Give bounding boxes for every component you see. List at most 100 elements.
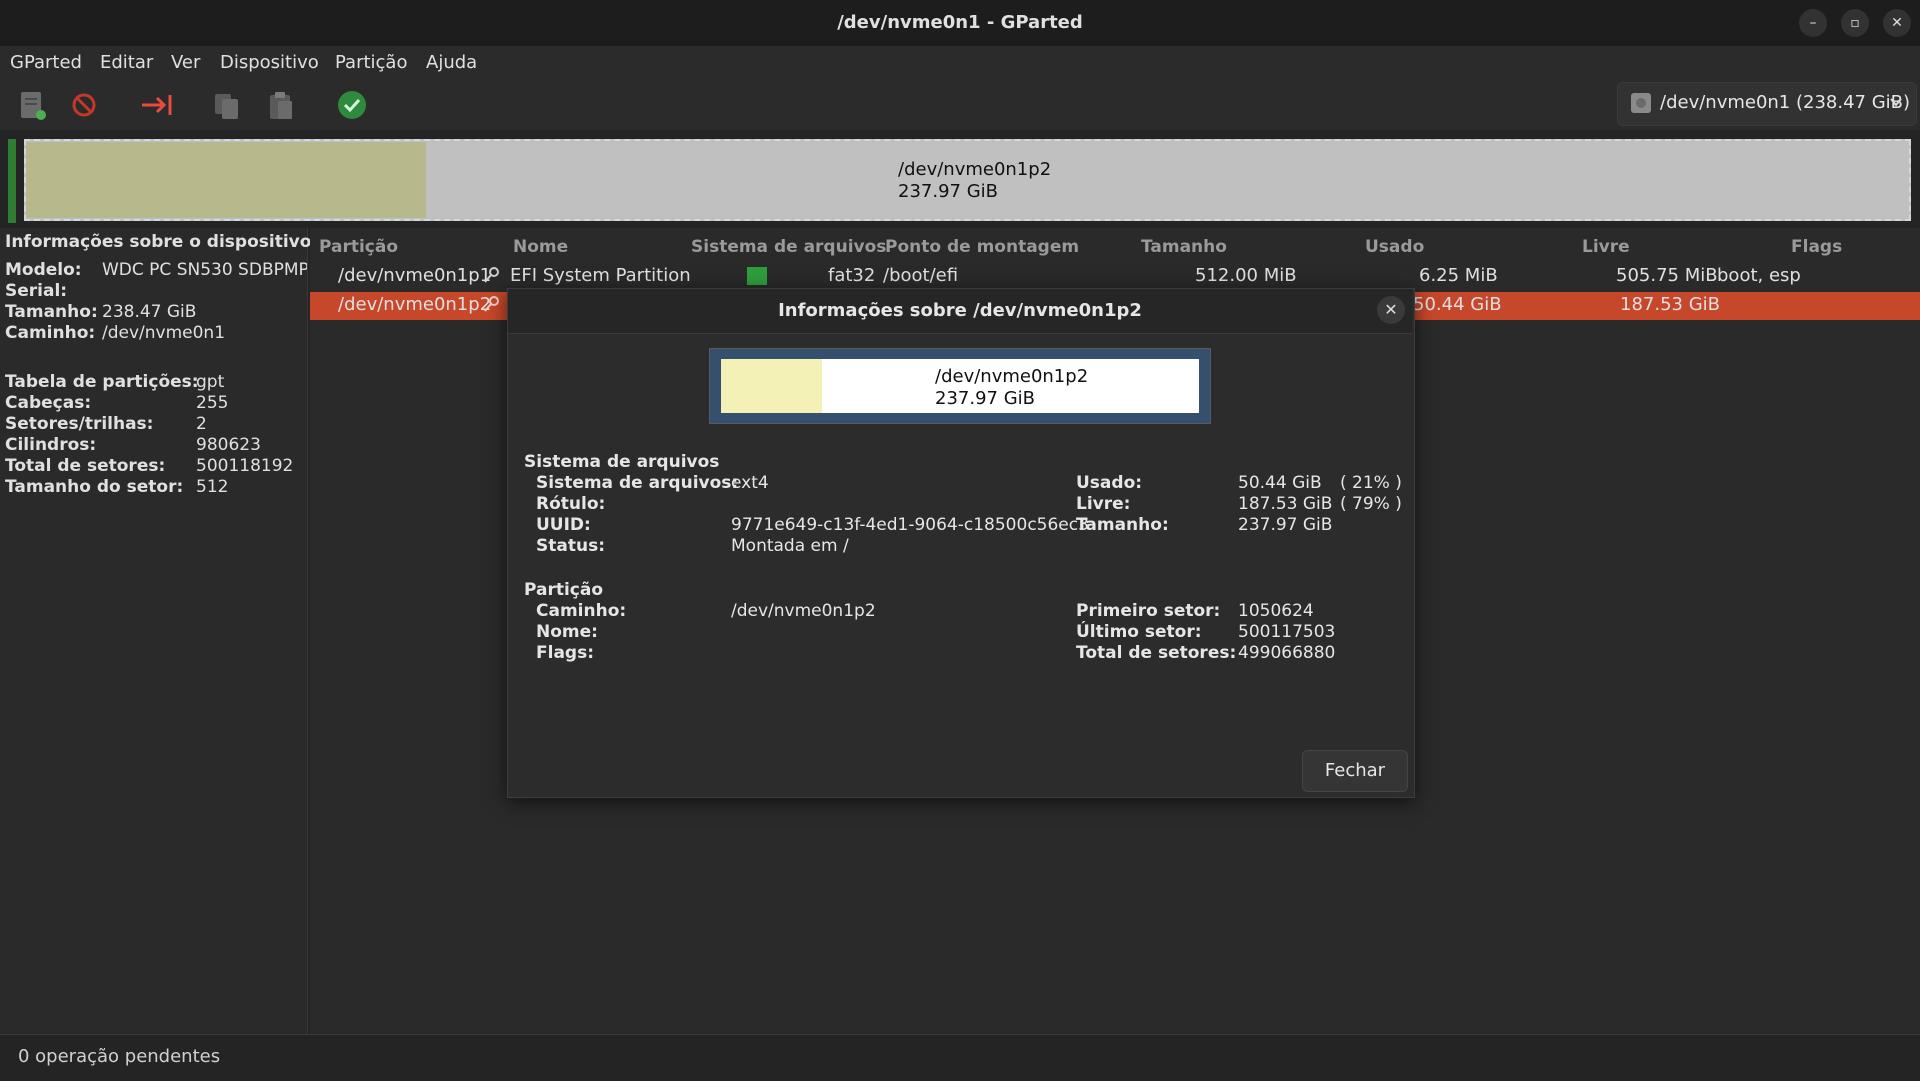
first-sector-value: 1050624 — [1238, 601, 1314, 621]
size-label: Tamanho: — [1076, 515, 1169, 535]
key-icon — [483, 295, 501, 313]
filesystem-section-heading: Sistema de arquivos — [524, 452, 720, 472]
sectors-track-label: Setores/trilhas: — [5, 414, 154, 434]
partition-table-label: Tabela de partições: — [5, 372, 199, 392]
path-label: Caminho: — [536, 601, 627, 621]
uuid-value: 9771e649-c13f-4ed1-9064-c18500c56ec3 — [731, 515, 1089, 535]
first-sector-label: Primeiro setor: — [1076, 601, 1221, 621]
free-value: 187.53 GiB — [1238, 494, 1333, 514]
total-sectors-value: 500118192 — [196, 456, 294, 476]
last-sector-label: Último setor: — [1076, 622, 1202, 642]
column-header-partition[interactable]: Partição — [319, 233, 398, 261]
path-value: /dev/nvme0n1p2 — [731, 601, 876, 621]
cancel-icon[interactable] — [64, 86, 104, 124]
disk-map-partition-name: /dev/nvme0n1p2 — [898, 159, 1052, 180]
menu-editar[interactable]: Editar — [100, 46, 153, 80]
flags-label: Flags: — [536, 643, 594, 663]
new-document-icon[interactable] — [12, 86, 52, 124]
name-label: Nome: — [536, 622, 598, 642]
partition-usage-name: /dev/nvme0n1p2 — [935, 366, 1089, 387]
heads-label: Cabeças: — [5, 393, 92, 413]
column-header-filesystem[interactable]: Sistema de arquivos — [691, 233, 886, 261]
cylinders-label: Cilindros: — [5, 435, 97, 455]
status-text: 0 operação pendentes — [18, 1046, 221, 1067]
row-partition: /dev/nvme0n1p1 — [338, 265, 492, 286]
check-circle-icon[interactable] — [332, 86, 372, 124]
filesystem-color-swatch — [747, 267, 767, 285]
total-sectors-label: Total de setores: — [1076, 643, 1237, 663]
label-label: Rótulo: — [536, 494, 606, 514]
total-sectors-label: Total de setores: — [5, 456, 166, 476]
disk-map-partition-size: 237.97 GiB — [898, 181, 999, 202]
uuid-label: UUID: — [536, 515, 591, 535]
close-button[interactable]: Fechar — [1302, 750, 1408, 792]
status-value: Montada em / — [731, 536, 849, 556]
window-title: /dev/nvme0n1 - GParted — [837, 12, 1083, 33]
menu-gparted[interactable]: GParted — [10, 46, 82, 80]
menu-dispositivo[interactable]: Dispositivo — [220, 46, 319, 80]
size-label: Tamanho: — [5, 302, 98, 322]
row-flags: boot, esp — [1717, 265, 1801, 286]
column-header-flags[interactable]: Flags — [1791, 233, 1842, 261]
fs-value: ext4 — [731, 473, 769, 493]
column-header-mountpoint[interactable]: Ponto de montagem — [885, 233, 1079, 261]
disk-map-p1[interactable] — [8, 139, 16, 223]
row-free: 505.75 MiB — [1616, 265, 1718, 286]
model-value: WDC PC SN530 SDBPMPZ — [102, 260, 307, 280]
device-selector-value: /dev/nvme0n1 (238.47 GiB) — [1660, 92, 1911, 113]
sectors-track-value: 2 — [196, 414, 207, 434]
path-value: /dev/nvme0n1 — [102, 323, 226, 343]
used-percent: ( 21% ) — [1340, 473, 1402, 493]
partition-usage-used — [721, 359, 822, 413]
used-value: 50.44 GiB — [1238, 473, 1322, 493]
sector-size-label: Tamanho do setor: — [5, 477, 184, 497]
menu-ver[interactable]: Ver — [171, 46, 200, 80]
row-used: 50.44 GiB — [1413, 294, 1502, 315]
size-value: 237.97 GiB — [1238, 515, 1333, 535]
arrow-to-line-icon[interactable] — [136, 86, 176, 124]
heads-value: 255 — [196, 393, 229, 413]
size-value: 238.47 GiB — [102, 302, 197, 322]
column-header-free[interactable]: Livre — [1582, 233, 1630, 261]
partition-table-value: gpt — [196, 372, 225, 392]
free-label: Livre: — [1076, 494, 1131, 514]
row-free: 187.53 GiB — [1620, 294, 1721, 315]
partition-section-heading: Partição — [524, 580, 604, 600]
status-bar — [0, 1034, 1920, 1081]
close-window-icon[interactable]: ✕ — [1883, 9, 1911, 37]
sector-size-value: 512 — [196, 477, 229, 497]
model-label: Modelo: — [5, 260, 82, 280]
copy-icon[interactable] — [207, 86, 247, 124]
column-header-used[interactable]: Usado — [1365, 233, 1424, 261]
fs-label: Sistema de arquivos: — [536, 473, 739, 493]
total-sectors-value: 499066880 — [1238, 643, 1336, 663]
serial-label: Serial: — [5, 281, 68, 301]
last-sector-value: 500117503 — [1238, 622, 1336, 642]
menu-ajuda[interactable]: Ajuda — [426, 46, 477, 80]
used-label: Usado: — [1076, 473, 1143, 493]
row-used: 6.25 MiB — [1419, 265, 1498, 286]
minimize-icon[interactable]: – — [1799, 9, 1827, 37]
maximize-icon[interactable]: ▫ — [1841, 9, 1869, 37]
device-info-heading: Informações sobre o dispositivo — [5, 232, 312, 252]
status-label: Status: — [536, 536, 605, 556]
row-name: EFI System Partition — [510, 265, 691, 286]
row-mountpoint: /boot/efi — [883, 265, 959, 286]
column-header-size[interactable]: Tamanho — [1141, 233, 1227, 261]
row-size: 512.00 MiB — [1195, 265, 1297, 286]
dialog-title: Informações sobre /dev/nvme0n1p2 — [778, 300, 1142, 321]
chevron-down-icon — [1888, 94, 1904, 110]
paste-icon[interactable] — [261, 86, 301, 124]
menu-particao[interactable]: Partição — [335, 46, 407, 80]
cylinders-value: 980623 — [196, 435, 261, 455]
key-icon — [483, 266, 501, 284]
column-header-name[interactable]: Nome — [513, 233, 568, 261]
row-partition: /dev/nvme0n1p2 — [338, 294, 492, 315]
free-percent: ( 79% ) — [1340, 494, 1402, 514]
disk-icon — [1630, 92, 1652, 114]
row-filesystem: fat32 — [828, 265, 876, 286]
partition-usage-size: 237.97 GiB — [935, 388, 1036, 409]
close-icon[interactable]: ✕ — [1377, 296, 1405, 324]
disk-map-p2-used — [26, 142, 426, 218]
path-label: Caminho: — [5, 323, 96, 343]
